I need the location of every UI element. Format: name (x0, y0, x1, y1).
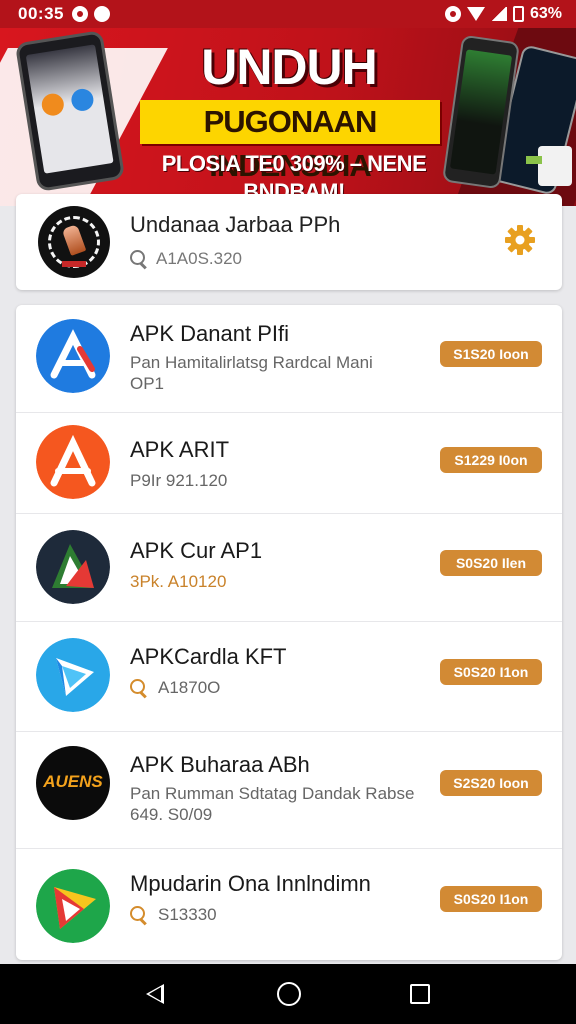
signal-icon (490, 7, 507, 21)
app-title: APK Cur AP1 (130, 538, 263, 563)
search-icon (130, 250, 148, 268)
gear-icon[interactable] (504, 224, 536, 256)
app-meta-text: S13330 (158, 905, 217, 924)
app-meta: 3Pk. A10120 (130, 572, 227, 591)
search-icon (130, 906, 148, 924)
profile-card[interactable]: Undanaa Jarbaa PPh A1A0S.320 (16, 194, 562, 290)
home-icon[interactable] (277, 982, 301, 1006)
play-store-icon (36, 638, 110, 712)
price-badge[interactable]: S1S20 Ioon (440, 341, 542, 367)
triangle-logo-icon (36, 530, 110, 604)
list-item[interactable]: APK Cur AP1 3Pk. A10120 S0S20 Ilen (16, 513, 562, 621)
app-title: APKCardla KFT (130, 644, 287, 669)
game-logo-text: AUENS (43, 772, 103, 791)
battery-percent: 63% (529, 5, 562, 22)
app-store-blue-icon (36, 319, 110, 393)
game-logo-icon: AUENS (36, 746, 110, 820)
notification-icon (71, 6, 88, 22)
back-icon[interactable] (146, 984, 164, 1004)
list-item[interactable]: Mpudarin Ona Innlndimn S13330 S0S20 I1on (16, 848, 562, 960)
price-badge[interactable]: S0S20 Ilen (440, 550, 542, 576)
profile-name: Undanaa Jarbaa PPh (130, 212, 341, 237)
list-item[interactable]: AUENS APK Buharaa ABh Pan Rumman Sdtatag… (16, 731, 562, 848)
app-store-orange-icon (36, 425, 110, 499)
app-description: Pan Hamitalirlatsg Rardcal Mani (130, 353, 373, 372)
banner-subline: PUGONAAN INDENSDIA (140, 100, 440, 183)
play-arrow-icon (36, 869, 110, 943)
app-title: APK ARIT (130, 437, 230, 462)
recent-apps-icon[interactable] (410, 984, 430, 1004)
media-icon (93, 6, 110, 22)
list-item[interactable]: APK ARIT P9Ir 921.120 S1229 I0on (16, 412, 562, 513)
app-list: APK Danant PIfi Pan Hamitalirlatsg Rardc… (16, 305, 562, 960)
app-meta: P9Ir 921.120 (130, 471, 228, 490)
wifi-icon (466, 7, 485, 21)
alarm-icon (444, 6, 461, 22)
app-title: Mpudarin Ona Innlndimn (130, 871, 371, 896)
status-bar: 00:35 63% (0, 0, 576, 28)
app-meta: S13330 (130, 905, 217, 925)
price-badge[interactable]: S1229 I0on (440, 447, 542, 473)
list-item[interactable]: APK Danant PIfi Pan Hamitalirlatsg Rardc… (16, 305, 562, 412)
app-meta: 649. S0/09 (130, 805, 213, 824)
app-title: APK Buharaa ABh (130, 752, 310, 777)
status-time: 00:35 (18, 4, 64, 23)
charger-illustration (526, 146, 572, 186)
price-badge[interactable]: S0S20 I1on (440, 659, 542, 685)
promo-banner[interactable]: UNDUH INSAN PUGONAAN INDENSDIA PLOSIA TE… (0, 28, 576, 206)
app-meta: A1870O (130, 678, 220, 698)
profile-search-text: A1A0S.320 (156, 249, 243, 268)
avatar[interactable] (38, 206, 110, 278)
profile-search[interactable]: A1A0S.320 (130, 249, 242, 269)
app-description: Pan Rumman Sdtatag Dandak Rabse (130, 784, 415, 803)
app-title: APK Danant PIfi (130, 321, 289, 346)
app-meta: OP1 (130, 374, 165, 393)
search-icon (130, 679, 148, 697)
app-meta-text: A1870O (158, 678, 221, 697)
battery-icon (512, 6, 524, 22)
list-item[interactable]: APKCardla KFT A1870O S0S20 I1on (16, 621, 562, 731)
navigation-bar (0, 964, 576, 1024)
price-badge[interactable]: S2S20 Ioon (440, 770, 542, 796)
price-badge[interactable]: S0S20 I1on (440, 886, 542, 912)
